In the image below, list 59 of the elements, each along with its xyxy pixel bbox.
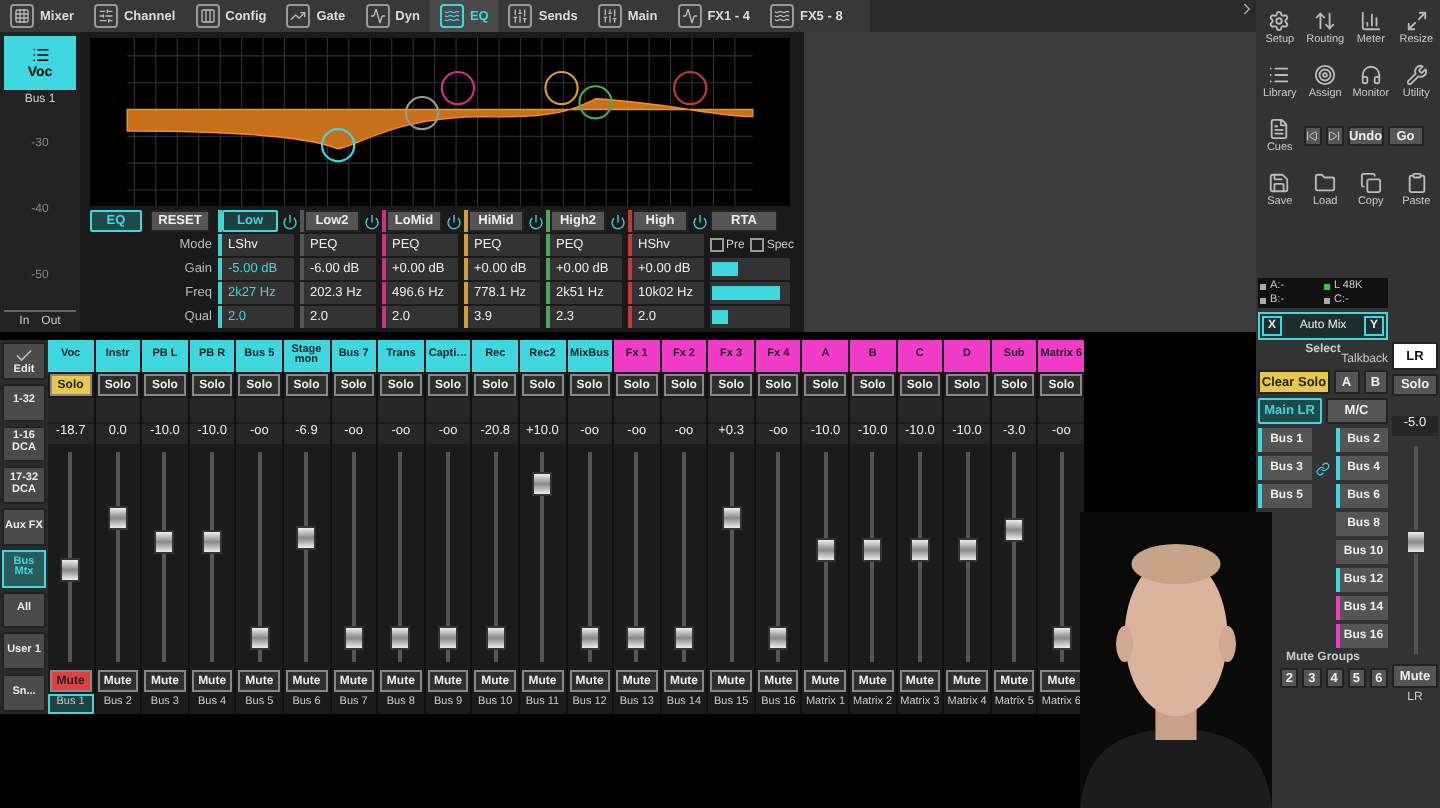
list-icon (31, 46, 49, 64)
tool-icon (1268, 172, 1291, 194)
fader-handle[interactable] (249, 625, 270, 650)
power-icon[interactable] (692, 213, 708, 229)
power-icon[interactable] (528, 213, 544, 229)
tab-icon (93, 4, 118, 28)
fader-handle[interactable] (626, 625, 647, 650)
fader-handle[interactable] (438, 625, 459, 650)
tool-icon (1314, 64, 1337, 86)
fader-handle[interactable] (202, 529, 223, 554)
tab-icon (439, 4, 464, 28)
tab-icon (508, 4, 533, 28)
checkbox[interactable] (710, 238, 724, 252)
tool-icon (1268, 10, 1291, 32)
tool-icon (1314, 10, 1337, 32)
tab-icon (195, 4, 220, 28)
fader-handle[interactable] (390, 625, 411, 650)
tab-icon (10, 4, 34, 28)
fader-handle[interactable] (343, 625, 364, 650)
fader-handle[interactable] (107, 506, 128, 531)
tool-icon (1405, 64, 1428, 86)
fader-handle[interactable] (673, 625, 694, 650)
skip-forward-button[interactable] (1325, 126, 1344, 146)
fader-handle[interactable] (154, 529, 175, 554)
fader-handle[interactable] (485, 625, 506, 650)
power-icon[interactable] (610, 213, 626, 229)
tool-icon (1359, 10, 1382, 32)
fader-handle[interactable] (1004, 517, 1025, 542)
fader-handle[interactable] (957, 538, 978, 563)
tool-icon (1359, 172, 1382, 194)
fader-handle[interactable] (815, 538, 836, 563)
chevron-right-icon[interactable] (1238, 0, 1256, 18)
power-icon[interactable] (364, 213, 380, 229)
checkbox[interactable] (750, 238, 765, 252)
fader-handle[interactable] (768, 625, 789, 650)
fader-handle[interactable] (862, 538, 883, 563)
tab-icon (286, 4, 311, 28)
fader-handle[interactable] (1051, 625, 1072, 650)
skip-back-button[interactable] (1303, 126, 1322, 146)
check-icon (14, 345, 34, 365)
tool-icon (1268, 118, 1291, 140)
tab-icon (365, 4, 390, 28)
fader-handle[interactable] (579, 625, 600, 650)
tool-icon (1405, 172, 1428, 194)
power-icon[interactable] (446, 213, 462, 229)
tab-icon (597, 4, 622, 28)
fader-handle[interactable] (909, 538, 930, 563)
fader-handle[interactable] (721, 506, 742, 531)
fader-handle[interactable] (296, 525, 317, 550)
tool-icon (1314, 172, 1337, 194)
tab-icon (677, 4, 702, 28)
fader-handle[interactable] (532, 471, 553, 496)
fader-handle[interactable] (60, 558, 81, 583)
power-icon[interactable] (282, 213, 298, 229)
tool-icon (1405, 10, 1428, 32)
tab-icon (770, 4, 794, 28)
tool-icon (1268, 64, 1291, 86)
tool-icon (1359, 64, 1382, 86)
fader-handle[interactable] (1405, 530, 1425, 555)
